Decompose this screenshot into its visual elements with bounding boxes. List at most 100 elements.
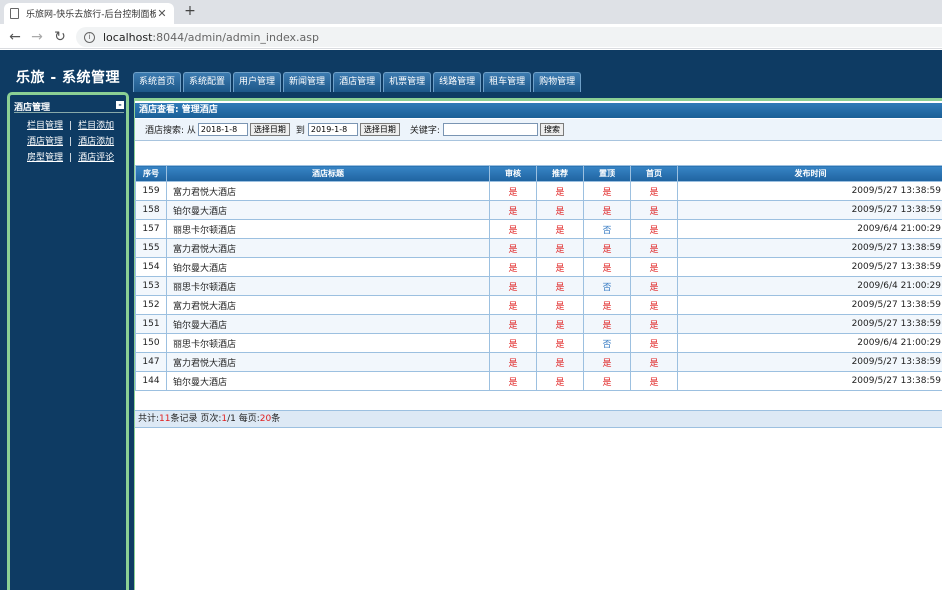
sidebar-link-column-add[interactable]: 栏目添加 (78, 121, 114, 131)
new-tab-button[interactable]: + (182, 3, 198, 19)
pinned-toggle[interactable]: 是 (583, 238, 631, 258)
recommended-toggle[interactable]: 是 (536, 314, 584, 334)
nav-home[interactable]: 系统首页 (133, 72, 182, 92)
publish-time: 2009/5/27 13:38:59 (677, 295, 942, 315)
approved-toggle[interactable]: 是 (489, 181, 537, 201)
row-id: 153 (135, 276, 167, 296)
nav-users[interactable]: 用户管理 (233, 72, 282, 92)
keyword-input[interactable] (442, 123, 538, 136)
hotel-title-link[interactable]: 富力君悦大酒店 (166, 295, 490, 315)
pinned-toggle[interactable]: 否 (583, 219, 631, 239)
per-page-unit: 条 (271, 414, 281, 424)
recommended-toggle[interactable]: 是 (536, 200, 584, 220)
pinned-toggle[interactable]: 否 (583, 333, 631, 353)
nav-hotels[interactable]: 酒店管理 (333, 72, 382, 92)
back-arrow-icon[interactable]: ← (6, 28, 24, 46)
recommended-toggle[interactable]: 是 (536, 295, 584, 315)
nav-flights[interactable]: 机票管理 (383, 72, 432, 92)
sidebar-link-column-manage[interactable]: 栏目管理 (27, 121, 63, 131)
pinned-toggle[interactable]: 是 (583, 200, 631, 220)
sidebar-row: 酒店管理 | 酒店添加 (27, 134, 114, 147)
approved-toggle[interactable]: 是 (489, 352, 537, 372)
homepage-toggle[interactable]: 是 (630, 333, 678, 353)
hotel-title-link[interactable]: 铂尔曼大酒店 (166, 371, 490, 391)
hotel-title-link[interactable]: 丽思卡尔顿酒店 (166, 219, 490, 239)
approved-toggle[interactable]: 是 (489, 219, 537, 239)
homepage-toggle[interactable]: 是 (630, 257, 678, 277)
reload-icon[interactable]: ↻ (51, 28, 69, 46)
approved-toggle[interactable]: 是 (489, 276, 537, 296)
page-total-label: /1 每页: (227, 414, 260, 424)
table-row: 144 铂尔曼大酒店是是是是 2009/5/27 13:38:59 (135, 371, 942, 391)
col-header-id[interactable]: 序号 (135, 165, 167, 182)
approved-toggle[interactable]: 是 (489, 333, 537, 353)
pinned-toggle[interactable]: 是 (583, 371, 631, 391)
search-button[interactable]: 搜索 (539, 123, 564, 136)
nav-routes[interactable]: 线路管理 (433, 72, 482, 92)
col-header-pinned[interactable]: 置顶 (583, 165, 631, 182)
col-header-approved[interactable]: 审核 (489, 165, 537, 182)
info-icon[interactable]: i (84, 31, 95, 43)
col-header-homepage[interactable]: 首页 (630, 165, 678, 182)
recommended-toggle[interactable]: 是 (536, 181, 584, 201)
recommended-toggle[interactable]: 是 (536, 219, 584, 239)
sidebar-link-hotel-manage[interactable]: 酒店管理 (27, 137, 63, 147)
approved-toggle[interactable]: 是 (489, 371, 537, 391)
recommended-toggle[interactable]: 是 (536, 257, 584, 277)
pick-from-date-button[interactable]: 选择日期 (249, 123, 290, 136)
approved-toggle[interactable]: 是 (489, 200, 537, 220)
close-icon[interactable]: ✕ (156, 7, 168, 20)
pick-to-date-button[interactable]: 选择日期 (359, 123, 400, 136)
forward-arrow-icon[interactable]: → (28, 28, 46, 46)
from-date-input[interactable] (197, 123, 248, 136)
homepage-toggle[interactable]: 是 (630, 314, 678, 334)
to-date-input[interactable] (307, 123, 358, 136)
col-header-title[interactable]: 酒店标题 (166, 165, 490, 182)
pinned-toggle[interactable]: 是 (583, 314, 631, 334)
hotel-title-link[interactable]: 丽思卡尔顿酒店 (166, 276, 490, 296)
collapse-icon[interactable]: - (116, 101, 124, 109)
table-row: 150 丽思卡尔顿酒店是是否是 2009/6/4 21:00:29 (135, 333, 942, 353)
pinned-toggle[interactable]: 否 (583, 276, 631, 296)
browser-tab[interactable]: 乐旅网-快乐去旅行-后台控制面板 ✕ (4, 3, 174, 24)
hotel-title-link[interactable]: 铂尔曼大酒店 (166, 200, 490, 220)
col-header-publish-time[interactable]: 发布时间 (677, 165, 942, 182)
approved-toggle[interactable]: 是 (489, 257, 537, 277)
sidebar-link-room-manage[interactable]: 房型管理 (27, 153, 63, 163)
homepage-toggle[interactable]: 是 (630, 219, 678, 239)
homepage-toggle[interactable]: 是 (630, 238, 678, 258)
hotel-title-link[interactable]: 丽思卡尔顿酒店 (166, 333, 490, 353)
hotel-title-link[interactable]: 富力君悦大酒店 (166, 181, 490, 201)
approved-toggle[interactable]: 是 (489, 295, 537, 315)
recommended-toggle[interactable]: 是 (536, 276, 584, 296)
nav-news[interactable]: 新闻管理 (283, 72, 332, 92)
hotel-title-link[interactable]: 富力君悦大酒店 (166, 352, 490, 372)
recommended-toggle[interactable]: 是 (536, 371, 584, 391)
hotel-title-link[interactable]: 铂尔曼大酒店 (166, 257, 490, 277)
pinned-toggle[interactable]: 是 (583, 352, 631, 372)
pinned-toggle[interactable]: 是 (583, 295, 631, 315)
homepage-toggle[interactable]: 是 (630, 295, 678, 315)
recommended-toggle[interactable]: 是 (536, 352, 584, 372)
hotel-title-link[interactable]: 铂尔曼大酒店 (166, 314, 490, 334)
sidebar-link-hotel-reviews[interactable]: 酒店评论 (78, 153, 114, 163)
sidebar-link-hotel-add[interactable]: 酒店添加 (78, 137, 114, 147)
homepage-toggle[interactable]: 是 (630, 276, 678, 296)
homepage-toggle[interactable]: 是 (630, 181, 678, 201)
col-header-recommended[interactable]: 推荐 (536, 165, 584, 182)
approved-toggle[interactable]: 是 (489, 238, 537, 258)
homepage-toggle[interactable]: 是 (630, 371, 678, 391)
pinned-toggle[interactable]: 是 (583, 181, 631, 201)
nav-config[interactable]: 系统配置 (183, 72, 232, 92)
hotel-title-link[interactable]: 富力君悦大酒店 (166, 238, 490, 258)
nav-shopping[interactable]: 购物管理 (533, 72, 582, 92)
pinned-toggle[interactable]: 是 (583, 257, 631, 277)
homepage-toggle[interactable]: 是 (630, 200, 678, 220)
homepage-toggle[interactable]: 是 (630, 352, 678, 372)
approved-toggle[interactable]: 是 (489, 314, 537, 334)
table-row: 157 丽思卡尔顿酒店是是否是 2009/6/4 21:00:29 (135, 219, 942, 239)
address-bar[interactable]: i localhost:8044/admin/admin_index.asp (76, 27, 942, 47)
nav-car-rental[interactable]: 租车管理 (483, 72, 532, 92)
recommended-toggle[interactable]: 是 (536, 333, 584, 353)
recommended-toggle[interactable]: 是 (536, 238, 584, 258)
